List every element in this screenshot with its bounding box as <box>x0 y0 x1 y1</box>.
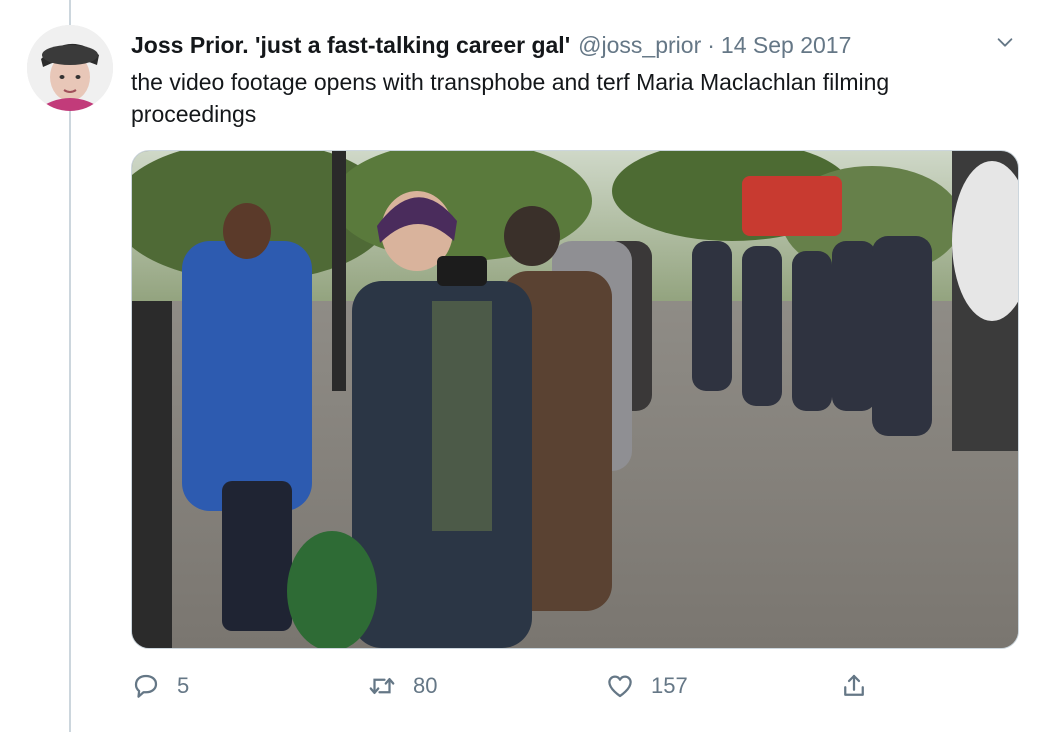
tweet-media-photo[interactable] <box>131 150 1019 649</box>
heart-icon <box>608 675 632 698</box>
share-button[interactable] <box>839 668 885 704</box>
retweet-count: 80 <box>413 673 438 698</box>
reply-count: 5 <box>177 673 190 698</box>
reply-icon <box>134 674 158 698</box>
like-count: 157 <box>651 673 688 698</box>
tweet-text: the video footage opens with transphobe … <box>131 69 890 127</box>
avatar[interactable] <box>27 25 113 111</box>
share-icon <box>844 674 864 696</box>
header-separator: · <box>707 31 715 58</box>
user-handle[interactable]: @joss_prior <box>578 32 701 59</box>
retweet-icon <box>369 678 395 694</box>
chevron-down-icon[interactable] <box>994 31 1016 53</box>
tweet-timestamp[interactable]: 14 Sep 2017 <box>721 32 851 59</box>
photo-media <box>132 151 1018 648</box>
tweet-header: Joss Prior. 'just a fast-talking career … <box>131 29 1022 61</box>
retweet-button[interactable]: 80 <box>367 668 437 704</box>
like-button[interactable]: 157 <box>605 668 688 704</box>
reply-button[interactable]: 5 <box>131 668 189 704</box>
tweet-actions: 5 80 157 <box>131 668 891 704</box>
avatar-image <box>27 25 113 111</box>
display-name[interactable]: Joss Prior. 'just a fast-talking career … <box>131 32 570 59</box>
